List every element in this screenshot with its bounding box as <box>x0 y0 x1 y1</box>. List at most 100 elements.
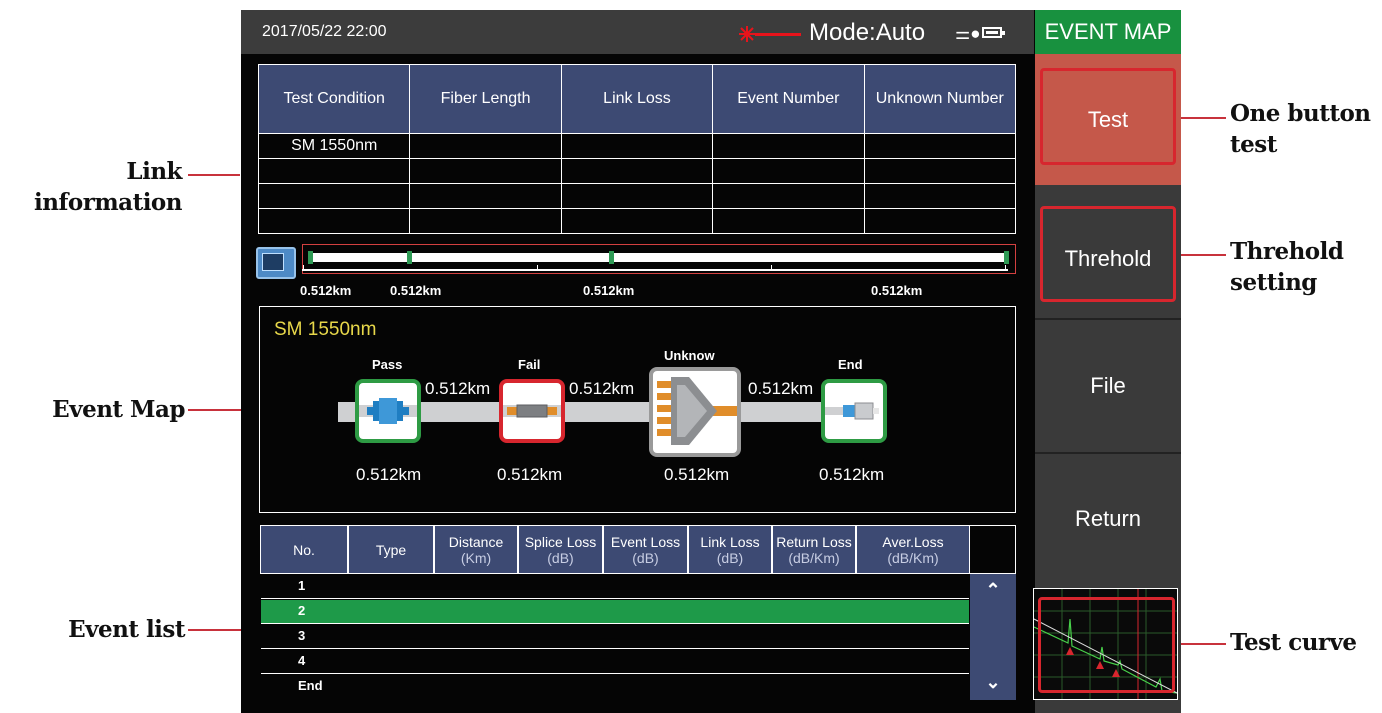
cell <box>863 133 1017 159</box>
event-status-label: Fail <box>518 357 541 372</box>
column-link-loss: Link Loss (dB) <box>688 525 772 574</box>
laser-beam <box>755 33 801 36</box>
fiber-segment <box>412 253 609 262</box>
fiber-distance-label: 0.512km <box>871 283 923 298</box>
event-distance: 0.512km <box>664 465 730 484</box>
splice-icon <box>503 404 561 418</box>
table-row <box>257 183 1017 209</box>
annotation-test-curve: Test curve <box>1230 629 1357 656</box>
header-fiber-length: Fiber Length <box>409 64 562 134</box>
header-event-number: Event Number <box>712 64 865 134</box>
cell <box>257 183 411 209</box>
cell <box>560 158 714 184</box>
annotation-test-line <box>1176 117 1226 119</box>
column-event-loss: Event Loss (dB) <box>603 525 688 574</box>
event-status-label: End <box>838 357 863 372</box>
cell <box>409 133 562 159</box>
event-list-corner <box>970 525 1016 574</box>
link-info-table: Test Condition Fiber Length Link Loss Ev… <box>257 64 1017 234</box>
table-row: SM 1550nm <box>257 133 1017 159</box>
cell: SM 1550nm <box>257 133 411 159</box>
test-curve-highlight <box>1038 597 1175 693</box>
chevron-down-icon[interactable]: ⌄ <box>970 672 1016 693</box>
annotation-event-map: Event Map <box>52 396 185 423</box>
event-list-header: No. Type Distance (Km) Splice Loss (dB) Ev… <box>260 525 970 574</box>
annotation-event-list: Event list <box>68 616 185 643</box>
header-link-loss: Link Loss <box>560 64 714 134</box>
fiber-distance-label: 0.512km <box>390 283 442 298</box>
cell <box>257 208 411 234</box>
event-unknow[interactable] <box>649 367 741 457</box>
cell <box>560 183 714 209</box>
list-item[interactable]: 1 <box>261 575 969 599</box>
cell <box>560 133 714 159</box>
fiber-link-bar: 0.512km 0.512km 0.512km 0.512km <box>256 243 1016 303</box>
column-distance: Distance (Km) <box>434 525 518 574</box>
battery-icon <box>982 27 1005 38</box>
splitter-icon <box>657 377 737 445</box>
list-item[interactable]: 4 <box>261 650 969 674</box>
list-item-selected[interactable]: 2 <box>261 600 969 624</box>
wavelength-label: SM 1550nm <box>274 319 377 340</box>
annotation-threhold-setting: Threhold setting <box>1230 238 1344 296</box>
column-return-loss: Return Loss (dB/Km) <box>772 525 856 574</box>
scale-tick <box>537 265 538 271</box>
column-aver-loss: Aver.Loss (dB/Km) <box>856 525 970 574</box>
table-row <box>257 158 1017 184</box>
cell <box>863 208 1017 234</box>
annotation-link-info-line <box>188 174 240 176</box>
cell <box>863 158 1017 184</box>
panel-title: EVENT MAP <box>1035 10 1181 54</box>
cell <box>712 158 865 184</box>
scale-tick <box>303 265 304 271</box>
event-end[interactable] <box>821 379 887 443</box>
cell <box>257 158 411 184</box>
event-status-label: Unknow <box>664 348 715 363</box>
otdr-device-icon <box>256 247 296 279</box>
connector-icon <box>359 398 417 424</box>
fiber-segment <box>313 253 407 262</box>
event-pass[interactable] <box>355 379 421 443</box>
status-bar: 2017/05/22 22:00 Mode:Auto ⚌● <box>241 10 1034 54</box>
cell <box>560 208 714 234</box>
cell <box>712 208 865 234</box>
cell <box>712 133 865 159</box>
annotation-threhold-line <box>1176 254 1226 256</box>
table-row <box>257 208 1017 234</box>
return-button[interactable]: Return <box>1035 454 1181 586</box>
column-type: Type <box>348 525 434 574</box>
mode-indicator: Mode:Auto <box>809 19 926 46</box>
fiber-end-icon <box>825 402 879 420</box>
scale-tick <box>771 265 772 271</box>
cell <box>863 183 1017 209</box>
plug-icon: ⚌● <box>955 24 981 43</box>
list-item[interactable]: End <box>261 675 969 699</box>
scale-tick <box>1005 265 1006 271</box>
distance-scale <box>302 269 1008 271</box>
fiber-distance-label: 0.512km <box>583 283 635 298</box>
threhold-button-highlight <box>1040 206 1176 302</box>
fiber-node <box>1004 251 1009 264</box>
annotation-curve-line <box>1176 643 1226 645</box>
cell <box>409 158 562 184</box>
annotation-one-button-test: One button test <box>1230 100 1371 158</box>
cell <box>712 183 865 209</box>
annotation-link-info: Link information <box>34 158 182 216</box>
datetime: 2017/05/22 22:00 <box>262 23 387 40</box>
chevron-up-icon[interactable]: ⌃ <box>970 580 1016 601</box>
header-test-condition: Test Condition <box>257 64 411 134</box>
laser-burst-icon <box>739 26 755 42</box>
cell <box>409 183 562 209</box>
header-unknown-number: Unknown Number <box>863 64 1017 134</box>
list-item[interactable]: 3 <box>261 625 969 649</box>
link-table-header: Test Condition Fiber Length Link Loss Ev… <box>257 64 1017 134</box>
event-status-label: Pass <box>372 357 403 372</box>
segment-length: 0.512km <box>424 379 492 399</box>
event-list-scrollbar[interactable]: ⌃ ⌄ <box>970 574 1016 700</box>
column-no: No. <box>260 525 348 574</box>
file-button[interactable]: File <box>1035 320 1181 452</box>
fiber-distance-label: 0.512km <box>300 283 352 298</box>
test-button-highlight <box>1040 68 1176 165</box>
event-fail[interactable] <box>499 379 565 443</box>
event-distance: 0.512km <box>356 465 422 484</box>
